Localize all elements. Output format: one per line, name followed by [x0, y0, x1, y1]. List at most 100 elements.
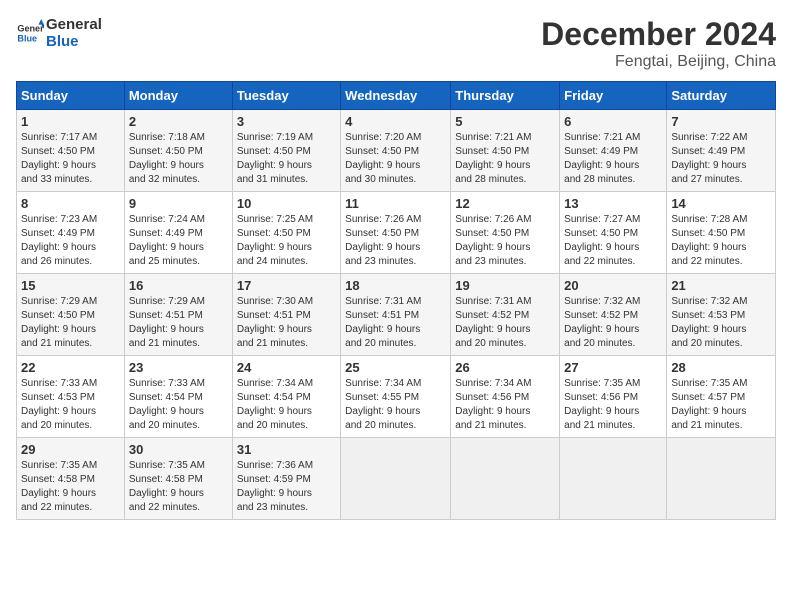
calendar-day-cell: 22 Sunrise: 7:33 AM Sunset: 4:53 PM Dayli…	[17, 356, 125, 438]
calendar-day-cell	[667, 438, 776, 520]
day-info: Sunrise: 7:35 AM Sunset: 4:56 PM Dayligh…	[564, 377, 662, 433]
calendar-day-cell: 24Sunrise: 7:34 AM Sunset: 4:54 PM Dayli…	[232, 356, 340, 438]
day-info: Sunrise: 7:22 AM Sunset: 4:49 PM Dayligh…	[671, 131, 771, 187]
day-number: 6	[564, 114, 662, 129]
day-info: Sunrise: 7:34 AM Sunset: 4:56 PM Dayligh…	[455, 377, 555, 433]
calendar-day-cell: 16 Sunrise: 7:29 AM Sunset: 4:51 PM Dayli…	[124, 274, 232, 356]
day-number: 27	[564, 360, 662, 375]
day-number: 25	[345, 360, 446, 375]
calendar-day-cell: 25 Sunrise: 7:34 AM Sunset: 4:55 PM Dayli…	[341, 356, 451, 438]
day-number: 31	[237, 442, 336, 457]
day-info: Sunrise: 7:28 AM Sunset: 4:50 PM Dayligh…	[671, 213, 771, 269]
day-number: 4	[345, 114, 446, 129]
day-info: Sunrise: 7:34 AM Sunset: 4:55 PM Dayligh…	[345, 377, 446, 433]
day-number: 23	[129, 360, 228, 375]
calendar-day-cell: 31 Sunrise: 7:36 AM Sunset: 4:59 PM Dayli…	[232, 438, 340, 520]
calendar-table: SundayMondayTuesdayWednesdayThursdayFrid…	[16, 81, 776, 520]
calendar-day-cell: 26Sunrise: 7:34 AM Sunset: 4:56 PM Dayli…	[451, 356, 560, 438]
day-number: 24	[237, 360, 336, 375]
calendar-title-block: December 2024 Fengtai, Beijing, China	[541, 16, 776, 71]
calendar-day-cell: 5Sunrise: 7:21 AM Sunset: 4:50 PM Daylig…	[451, 110, 560, 192]
day-info: Sunrise: 7:35 AM Sunset: 4:57 PM Dayligh…	[671, 377, 771, 433]
day-number: 10	[237, 196, 336, 211]
page-header: General Blue General Blue December 2024 …	[16, 16, 776, 71]
calendar-day-cell: 21 Sunrise: 7:32 AM Sunset: 4:53 PM Dayli…	[667, 274, 776, 356]
calendar-day-cell: 10 Sunrise: 7:25 AM Sunset: 4:50 PM Dayli…	[232, 192, 340, 274]
day-info: Sunrise: 7:35 AM Sunset: 4:58 PM Dayligh…	[21, 459, 120, 515]
day-of-week-header: Friday	[560, 82, 667, 110]
calendar-day-cell: 12 Sunrise: 7:26 AM Sunset: 4:50 PM Dayli…	[451, 192, 560, 274]
day-number: 16	[129, 278, 228, 293]
day-number: 20	[564, 278, 662, 293]
calendar-header-row: SundayMondayTuesdayWednesdayThursdayFrid…	[17, 82, 776, 110]
logo-text-general: General	[46, 16, 102, 33]
day-info: Sunrise: 7:26 AM Sunset: 4:50 PM Dayligh…	[345, 213, 446, 269]
logo: General Blue General Blue	[16, 16, 102, 50]
day-number: 5	[455, 114, 555, 129]
day-info: Sunrise: 7:36 AM Sunset: 4:59 PM Dayligh…	[237, 459, 336, 515]
calendar-day-cell: 15 Sunrise: 7:29 AM Sunset: 4:50 PM Dayli…	[17, 274, 125, 356]
day-number: 11	[345, 196, 446, 211]
calendar-day-cell: 7 Sunrise: 7:22 AM Sunset: 4:49 PM Daylig…	[667, 110, 776, 192]
svg-text:General: General	[17, 24, 44, 34]
day-number: 8	[21, 196, 120, 211]
day-number: 17	[237, 278, 336, 293]
calendar-day-cell: 20Sunrise: 7:32 AM Sunset: 4:52 PM Dayli…	[560, 274, 667, 356]
logo-text-blue: Blue	[46, 33, 102, 50]
day-number: 12	[455, 196, 555, 211]
day-number: 18	[345, 278, 446, 293]
day-number: 30	[129, 442, 228, 457]
calendar-week-row: 1Sunrise: 7:17 AM Sunset: 4:50 PM Daylig…	[17, 110, 776, 192]
day-info: Sunrise: 7:33 AM Sunset: 4:54 PM Dayligh…	[129, 377, 228, 433]
calendar-week-row: 8 Sunrise: 7:23 AM Sunset: 4:49 PM Daylig…	[17, 192, 776, 274]
day-info: Sunrise: 7:29 AM Sunset: 4:51 PM Dayligh…	[129, 295, 228, 351]
day-info: Sunrise: 7:29 AM Sunset: 4:50 PM Dayligh…	[21, 295, 120, 351]
day-info: Sunrise: 7:23 AM Sunset: 4:49 PM Dayligh…	[21, 213, 120, 269]
day-number: 28	[671, 360, 771, 375]
day-number: 15	[21, 278, 120, 293]
day-info: Sunrise: 7:27 AM Sunset: 4:50 PM Dayligh…	[564, 213, 662, 269]
day-of-week-header: Saturday	[667, 82, 776, 110]
day-number: 7	[671, 114, 771, 129]
day-info: Sunrise: 7:31 AM Sunset: 4:52 PM Dayligh…	[455, 295, 555, 351]
calendar-day-cell: 2Sunrise: 7:18 AM Sunset: 4:50 PM Daylig…	[124, 110, 232, 192]
calendar-subtitle: Fengtai, Beijing, China	[541, 53, 776, 71]
day-info: Sunrise: 7:19 AM Sunset: 4:50 PM Dayligh…	[237, 131, 336, 187]
day-number: 9	[129, 196, 228, 211]
calendar-day-cell: 1Sunrise: 7:17 AM Sunset: 4:50 PM Daylig…	[17, 110, 125, 192]
day-number: 19	[455, 278, 555, 293]
day-number: 29	[21, 442, 120, 457]
day-info: Sunrise: 7:26 AM Sunset: 4:50 PM Dayligh…	[455, 213, 555, 269]
day-of-week-header: Monday	[124, 82, 232, 110]
calendar-day-cell	[451, 438, 560, 520]
day-number: 2	[129, 114, 228, 129]
day-number: 22	[21, 360, 120, 375]
calendar-day-cell: 27 Sunrise: 7:35 AM Sunset: 4:56 PM Dayli…	[560, 356, 667, 438]
calendar-day-cell: 4Sunrise: 7:20 AM Sunset: 4:50 PM Daylig…	[341, 110, 451, 192]
calendar-day-cell: 3 Sunrise: 7:19 AM Sunset: 4:50 PM Daylig…	[232, 110, 340, 192]
day-info: Sunrise: 7:25 AM Sunset: 4:50 PM Dayligh…	[237, 213, 336, 269]
day-info: Sunrise: 7:32 AM Sunset: 4:53 PM Dayligh…	[671, 295, 771, 351]
day-info: Sunrise: 7:17 AM Sunset: 4:50 PM Dayligh…	[21, 131, 120, 187]
calendar-day-cell: 28 Sunrise: 7:35 AM Sunset: 4:57 PM Dayli…	[667, 356, 776, 438]
calendar-day-cell: 6 Sunrise: 7:21 AM Sunset: 4:49 PM Daylig…	[560, 110, 667, 192]
day-number: 3	[237, 114, 336, 129]
day-info: Sunrise: 7:21 AM Sunset: 4:49 PM Dayligh…	[564, 131, 662, 187]
calendar-day-cell: 19 Sunrise: 7:31 AM Sunset: 4:52 PM Dayli…	[451, 274, 560, 356]
day-number: 21	[671, 278, 771, 293]
calendar-day-cell: 23 Sunrise: 7:33 AM Sunset: 4:54 PM Dayli…	[124, 356, 232, 438]
calendar-day-cell: 29 Sunrise: 7:35 AM Sunset: 4:58 PM Dayli…	[17, 438, 125, 520]
calendar-day-cell: 17 Sunrise: 7:30 AM Sunset: 4:51 PM Dayli…	[232, 274, 340, 356]
day-info: Sunrise: 7:35 AM Sunset: 4:58 PM Dayligh…	[129, 459, 228, 515]
calendar-day-cell: 14Sunrise: 7:28 AM Sunset: 4:50 PM Dayli…	[667, 192, 776, 274]
calendar-week-row: 22 Sunrise: 7:33 AM Sunset: 4:53 PM Dayli…	[17, 356, 776, 438]
calendar-title: December 2024	[541, 16, 776, 53]
day-info: Sunrise: 7:33 AM Sunset: 4:53 PM Dayligh…	[21, 377, 120, 433]
calendar-week-row: 15 Sunrise: 7:29 AM Sunset: 4:50 PM Dayli…	[17, 274, 776, 356]
calendar-day-cell	[560, 438, 667, 520]
calendar-day-cell: 8 Sunrise: 7:23 AM Sunset: 4:49 PM Daylig…	[17, 192, 125, 274]
day-of-week-header: Sunday	[17, 82, 125, 110]
svg-text:Blue: Blue	[17, 33, 37, 43]
day-info: Sunrise: 7:31 AM Sunset: 4:51 PM Dayligh…	[345, 295, 446, 351]
day-info: Sunrise: 7:30 AM Sunset: 4:51 PM Dayligh…	[237, 295, 336, 351]
